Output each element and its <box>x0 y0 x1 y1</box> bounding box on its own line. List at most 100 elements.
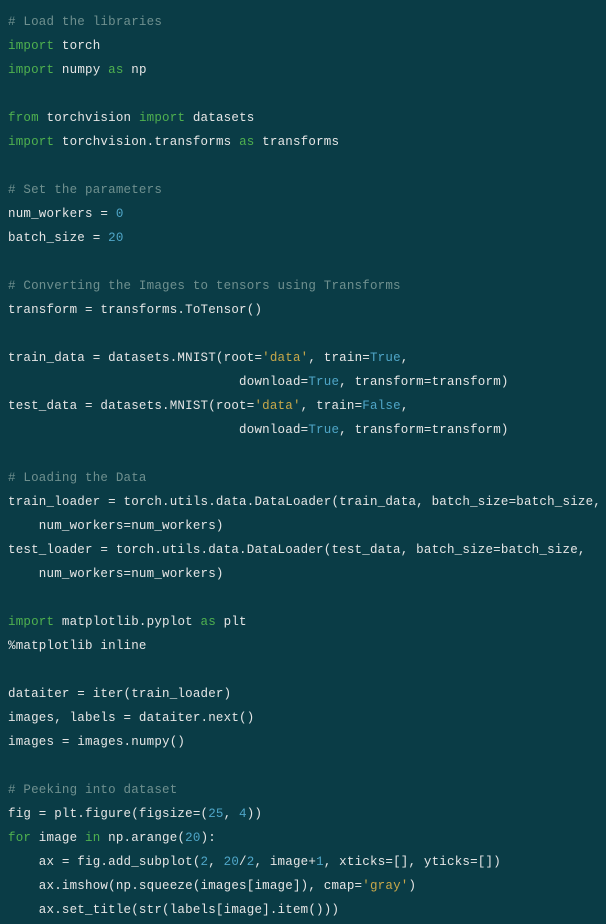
code-token: train_data = datasets.MNIST(root= <box>8 351 262 365</box>
code-line: # Set the parameters <box>8 183 162 197</box>
code-token: ax = fig.add_subplot( <box>8 855 201 869</box>
code-token: / <box>239 855 247 869</box>
code-token: fig = plt.figure(figsize=( <box>8 807 208 821</box>
code-line: # Loading the Data <box>8 471 147 485</box>
code-token: images = images.numpy() <box>8 735 185 749</box>
code-token: 0 <box>116 207 124 221</box>
code-token: plt <box>216 615 247 629</box>
code-token: numpy <box>54 63 108 77</box>
code-token: np.arange( <box>100 831 185 845</box>
code-token: # Converting the Images to tensors using… <box>8 279 401 293</box>
code-token: for <box>8 831 31 845</box>
code-token: , <box>401 351 409 365</box>
code-line: num_workers = 0 <box>8 207 124 221</box>
code-token: download= <box>8 423 308 437</box>
code-token: , <box>401 399 409 413</box>
code-token: in <box>85 831 100 845</box>
code-line: import torchvision.transforms as transfo… <box>8 135 339 149</box>
code-token: from <box>8 111 39 125</box>
code-token: np <box>124 63 147 77</box>
code-token: as <box>201 615 216 629</box>
code-token: 20 <box>108 231 123 245</box>
code-token: import <box>139 111 185 125</box>
code-line: %matplotlib inline <box>8 639 147 653</box>
code-line: images = images.numpy() <box>8 735 185 749</box>
code-line: transform = transforms.ToTensor() <box>8 303 262 317</box>
code-line: ax = fig.add_subplot(2, 20/2, image+1, x… <box>8 855 501 869</box>
code-token: test_loader = torch.utils.data.DataLoade… <box>8 543 586 557</box>
code-line: ax.set_title(str(labels[image].item())) <box>8 903 339 917</box>
code-token: , image+ <box>254 855 316 869</box>
code-token: ax.set_title(str(labels[image].item())) <box>8 903 339 917</box>
code-token: , train= <box>301 399 363 413</box>
code-token: True <box>308 423 339 437</box>
code-token: 20 <box>224 855 239 869</box>
code-token: datasets <box>185 111 254 125</box>
code-token: True <box>370 351 401 365</box>
code-token: %matplotlib inline <box>8 639 147 653</box>
code-line: train_loader = torch.utils.data.DataLoad… <box>8 495 601 509</box>
code-token: ) <box>408 879 416 893</box>
code-token: # Load the libraries <box>8 15 162 29</box>
code-token: num_workers=num_workers) <box>8 519 224 533</box>
code-token: ): <box>201 831 216 845</box>
code-token: 'data' <box>262 351 308 365</box>
code-line: images, labels = dataiter.next() <box>8 711 254 725</box>
code-line: # Converting the Images to tensors using… <box>8 279 401 293</box>
code-token: True <box>308 375 339 389</box>
code-token: test_data = datasets.MNIST(root= <box>8 399 254 413</box>
code-block: # Load the libraries import torch import… <box>0 0 606 924</box>
code-token: dataiter = iter(train_loader) <box>8 687 231 701</box>
code-token: download= <box>8 375 308 389</box>
code-line: for image in np.arange(20): <box>8 831 216 845</box>
code-token: torchvision <box>39 111 139 125</box>
code-token: , transform=transform) <box>339 423 508 437</box>
code-token: # Set the parameters <box>8 183 162 197</box>
code-line: test_loader = torch.utils.data.DataLoade… <box>8 543 586 557</box>
code-line: from torchvision import datasets <box>8 111 254 125</box>
code-token: as <box>108 63 123 77</box>
code-token: 4 <box>239 807 247 821</box>
code-token: as <box>239 135 254 149</box>
code-line: test_data = datasets.MNIST(root='data', … <box>8 399 409 413</box>
code-line: import torch <box>8 39 100 53</box>
code-token: import <box>8 63 54 77</box>
code-token: train_loader = torch.utils.data.DataLoad… <box>8 495 601 509</box>
code-token: , transform=transform) <box>339 375 508 389</box>
code-token: transform = transforms.ToTensor() <box>8 303 262 317</box>
code-token: matplotlib.pyplot <box>54 615 200 629</box>
code-token: )) <box>247 807 262 821</box>
code-line: download=True, transform=transform) <box>8 375 509 389</box>
code-token: , xticks=[], yticks=[]) <box>324 855 501 869</box>
code-line: # Peeking into dataset <box>8 783 177 797</box>
code-token: 25 <box>208 807 223 821</box>
code-token: num_workers = <box>8 207 116 221</box>
code-line: # Load the libraries <box>8 15 162 29</box>
code-line: download=True, transform=transform) <box>8 423 509 437</box>
code-token: num_workers=num_workers) <box>8 567 224 581</box>
code-token: ax.imshow(np.squeeze(images[image]), cma… <box>8 879 362 893</box>
code-token: False <box>362 399 401 413</box>
code-line: import numpy as np <box>8 63 147 77</box>
code-line: import matplotlib.pyplot as plt <box>8 615 247 629</box>
code-line: num_workers=num_workers) <box>8 567 224 581</box>
code-token: , <box>208 855 223 869</box>
code-token: 'data' <box>254 399 300 413</box>
code-line: dataiter = iter(train_loader) <box>8 687 231 701</box>
code-token: 1 <box>316 855 324 869</box>
code-token: # Loading the Data <box>8 471 147 485</box>
code-line: num_workers=num_workers) <box>8 519 224 533</box>
code-token: torch <box>54 39 100 53</box>
code-token: , train= <box>308 351 370 365</box>
code-line: batch_size = 20 <box>8 231 124 245</box>
code-line: train_data = datasets.MNIST(root='data',… <box>8 351 409 365</box>
code-token: , <box>224 807 239 821</box>
code-token: import <box>8 135 54 149</box>
code-line: ax.imshow(np.squeeze(images[image]), cma… <box>8 879 416 893</box>
code-token: images, labels = dataiter.next() <box>8 711 254 725</box>
code-token: import <box>8 615 54 629</box>
code-token: # Peeking into dataset <box>8 783 177 797</box>
code-token: import <box>8 39 54 53</box>
code-token: image <box>31 831 85 845</box>
code-token: 'gray' <box>362 879 408 893</box>
